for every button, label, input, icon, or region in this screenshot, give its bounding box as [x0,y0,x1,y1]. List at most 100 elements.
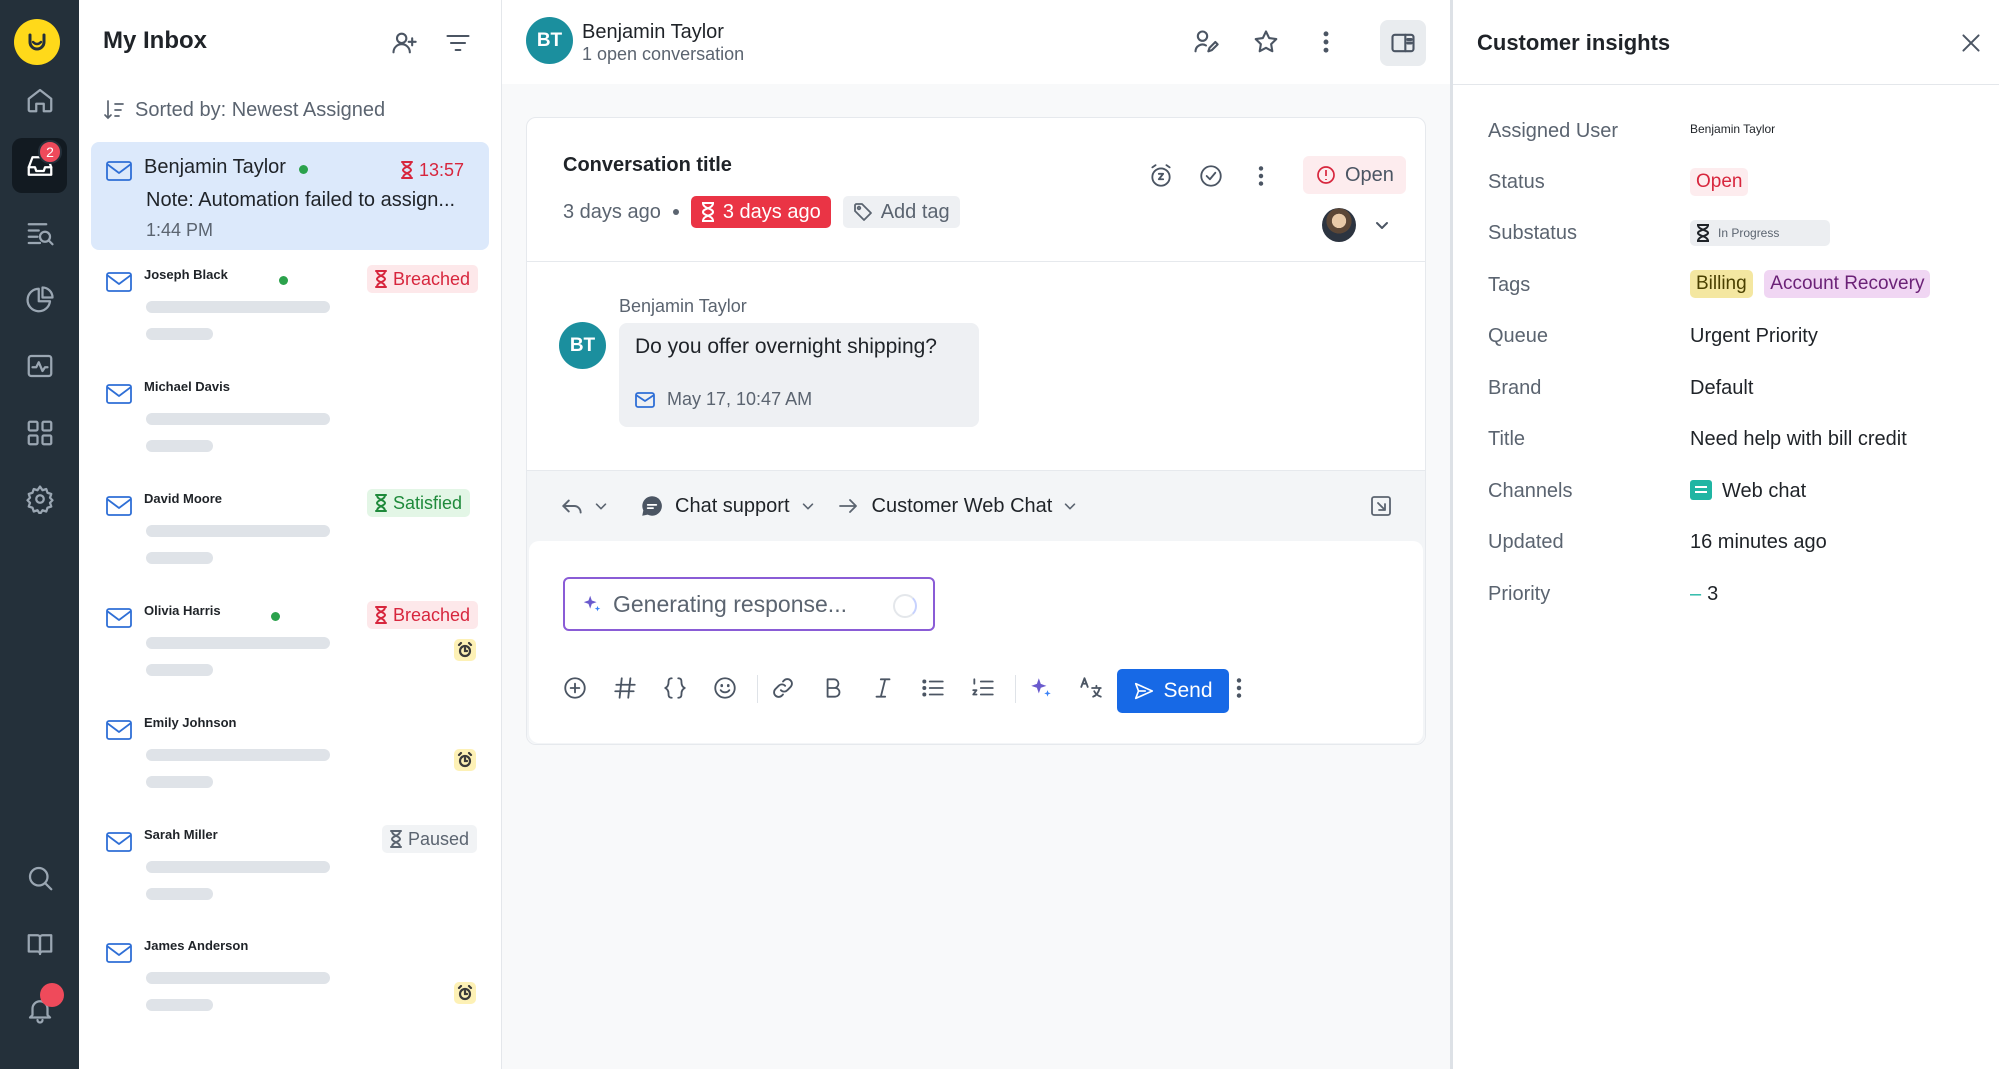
brand-value[interactable]: Default [1690,377,1753,400]
conversation-item[interactable]: Olivia Harris Breached [91,589,489,697]
conversation-item[interactable]: Benjamin Taylor 13:57 Note: Automation f… [91,142,489,250]
more-options-icon[interactable] [1306,22,1346,62]
conversation-item[interactable]: Joseph Black Breached [91,253,489,361]
search-icon[interactable] [12,850,67,905]
add-tag-button[interactable]: Add tag [842,196,960,228]
numbered-list-icon[interactable] [967,672,999,704]
divider [527,261,1425,262]
activity-icon[interactable] [12,338,67,393]
envelope-icon [105,607,133,629]
contact-name[interactable]: Benjamin Taylor [582,21,724,44]
chevron-down-icon[interactable] [1062,498,1078,514]
add-icon[interactable] [559,672,591,704]
hashtag-icon[interactable] [609,672,641,704]
link-icon[interactable] [767,672,799,704]
conversation-item[interactable]: Sarah Miller Paused [91,813,489,921]
variables-icon[interactable] [659,672,691,704]
conversation-item[interactable]: Emily Johnson [91,701,489,809]
contact-name: Emily Johnson [144,715,237,730]
status-value[interactable]: Open [1690,168,1749,196]
apps-icon[interactable] [12,405,67,460]
conversation-title[interactable]: Conversation title [563,154,732,177]
reports-icon[interactable] [12,272,67,327]
send-button[interactable]: Send [1117,669,1229,713]
panel-title: Customer insights [1477,30,1671,55]
home-icon[interactable] [12,72,67,127]
contact-avatar[interactable]: BT [526,17,573,64]
conversation-header: BT Benjamin Taylor 1 open conversation [502,0,1450,84]
substatus-label: Substatus [1488,222,1577,244]
status-label: Status [1488,171,1545,193]
title-value[interactable]: Need help with bill credit [1690,428,1907,451]
add-user-icon[interactable] [387,26,421,60]
destination-select[interactable]: Customer Web Chat [872,495,1053,518]
star-icon[interactable] [1246,22,1286,62]
status-dropdown[interactable]: Open [1303,156,1406,194]
status-badge: Open [1690,168,1749,196]
online-indicator [299,165,308,174]
hourglass-icon [375,270,387,288]
reply-editor[interactable]: Generating response... Send [529,541,1423,743]
more-options-icon[interactable] [1245,160,1277,192]
translate-icon[interactable] [1075,672,1107,704]
logo-icon[interactable] [14,19,60,65]
toggle-sidebar-icon[interactable] [1380,20,1426,66]
time-placeholder [146,552,213,564]
snooze-icon[interactable] [1145,160,1177,192]
contact-name: Benjamin Taylor [144,156,286,178]
knowledge-icon[interactable] [12,916,67,971]
substatus-badge: In Progress [1690,220,1830,246]
bullet-list-icon[interactable] [917,672,949,704]
channel-select[interactable]: Chat support [675,495,790,518]
hourglass-icon [375,494,387,512]
time-placeholder [146,776,213,788]
substatus-value[interactable]: In Progress [1690,220,1830,248]
emoji-icon[interactable] [709,672,741,704]
priority-value[interactable]: –3 [1690,583,1718,606]
resolve-icon[interactable] [1195,160,1227,192]
conversation-panel: BT Benjamin Taylor 1 open conversation C… [502,0,1450,1069]
assigned-user-value[interactable]: Benjamin Taylor [1690,122,1775,136]
tag-billing[interactable]: Billing [1690,270,1753,298]
expand-composer-icon[interactable] [1369,494,1393,518]
conversation-item[interactable]: Michael Davis [91,365,489,473]
filter-icon[interactable] [441,26,475,60]
tags-value[interactable]: Billing Account Recovery [1690,270,1931,298]
reply-icon[interactable] [559,493,585,519]
alarm-clock-icon [454,749,476,771]
ai-sparkle-icon[interactable] [1025,672,1057,704]
priority-label: Priority [1488,583,1551,605]
envelope-icon [105,942,133,964]
time-placeholder [146,440,213,452]
italic-icon[interactable] [867,672,899,704]
bold-icon[interactable] [817,672,849,704]
sparkle-icon [583,595,601,612]
edit-contact-icon[interactable] [1186,22,1226,62]
online-indicator [271,612,280,621]
alarm-clock-icon [454,982,476,1004]
chevron-down-icon[interactable] [1373,216,1391,234]
preview-placeholder [146,637,330,649]
settings-icon[interactable] [12,471,67,526]
inbox-title: My Inbox [103,27,208,54]
search-list-icon[interactable] [12,205,67,260]
sort-control[interactable]: Sorted by: Newest Assigned [103,98,385,122]
updated-label: Updated [1488,531,1564,553]
channels-value[interactable]: Web chat [1690,480,1806,503]
conversation-item[interactable]: David Moore Satisfied [91,477,489,585]
tag-account-recovery[interactable]: Account Recovery [1764,270,1931,298]
sla-paused-badge: Paused [382,825,478,853]
chevron-down-icon[interactable] [800,498,816,514]
ai-generating-indicator: Generating response... [563,577,935,631]
queue-value[interactable]: Urgent Priority [1690,325,1818,348]
title-label: Title [1488,428,1526,450]
preview-placeholder [146,972,330,984]
chevron-down-icon[interactable] [593,498,609,514]
conversation-item[interactable]: James Anderson [91,924,489,1032]
status-open-icon [1317,166,1335,184]
close-icon[interactable] [1958,30,1984,56]
contact-name: David Moore [144,491,223,506]
sla-satisfied-badge: Satisfied [367,489,471,517]
assignee-avatar[interactable] [1322,208,1356,242]
preview-placeholder [146,749,330,761]
